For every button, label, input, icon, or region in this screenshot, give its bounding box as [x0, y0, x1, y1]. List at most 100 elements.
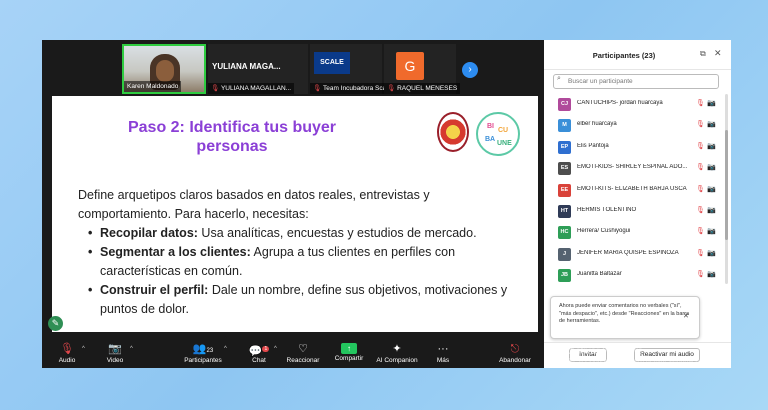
windows-watermark: Activar Windows — [569, 346, 643, 357]
avatar: G — [396, 52, 424, 80]
participant-name: Herrera/ Cushiyogui — [577, 228, 631, 235]
popout-icon[interactable]: ⧉ — [700, 49, 706, 59]
close-icon[interactable]: ✕ — [714, 48, 722, 59]
windows-watermark-sub: Ve a Configuración para activar Windows. — [569, 358, 699, 365]
participant-name: elber huarcaya — [577, 121, 617, 128]
close-icon[interactable]: ✕ — [683, 312, 689, 320]
sparkle-icon: ✦ — [392, 343, 402, 355]
camera-off-icon[interactable]: 📷 — [707, 142, 716, 150]
heart-icon: ♡ — [298, 343, 308, 355]
participants-options-chevron-icon[interactable]: ^ — [224, 346, 227, 352]
video-tile-yuliana[interactable]: YULIANA MAGA... 🎙 YULIANA MAGALLAN... — [208, 44, 308, 94]
audio-options-chevron-icon[interactable]: ^ — [82, 346, 85, 352]
chat-options-chevron-icon[interactable]: ^ — [274, 346, 277, 352]
mic-muted-icon[interactable]: 🎙 — [696, 227, 705, 235]
camera-off-icon[interactable]: 📷 — [707, 185, 716, 193]
slide-title: Paso 2: Identifica tus buyer personas — [127, 119, 337, 155]
mic-muted-icon: 🎙 — [387, 85, 396, 92]
react-button[interactable]: ♡ Reaccionar — [278, 342, 328, 365]
panel-header: Participantes (23) ⧉ ✕ — [544, 40, 731, 70]
more-button[interactable]: ··· Más — [418, 342, 468, 365]
participant-row[interactable]: EP Elis Pantoja 🎙 📷 — [544, 137, 724, 158]
incubator-logo: BI CU BA UNE — [476, 112, 520, 156]
participant-row[interactable]: J JENIFER MARIA QUISPE ESPINOZA 🎙 📷 — [544, 244, 724, 265]
mic-muted-icon[interactable]: 🎙 — [696, 206, 705, 214]
participant-row[interactable]: HC Herrera/ Cushiyogui 🎙 📷 — [544, 222, 724, 243]
camera-off-icon[interactable]: 📷 — [707, 227, 716, 235]
mic-muted-icon[interactable]: 🎙 — [696, 120, 705, 128]
participant-name: Elis Pantoja — [577, 142, 609, 149]
pen-icon: ✎ — [51, 318, 60, 328]
participant-name: Juanitta Baltazar — [577, 271, 622, 278]
mic-muted-icon[interactable]: 🎙 — [696, 185, 705, 193]
avatar: M — [558, 119, 571, 133]
mic-muted-icon[interactable]: 🎙 — [696, 270, 705, 278]
avatar: CJ — [558, 98, 571, 111]
scale-logo: SCALE — [314, 52, 350, 74]
slide-bullets: Recopilar datos: Usa analíticas, encuest… — [78, 224, 523, 319]
participant-row[interactable]: EE EMOTI-KITS- ELIZABETH BARJA USCA 🎙 📷 — [544, 180, 724, 201]
participant-row[interactable]: Melber huarcaya 🎙 📷 — [544, 115, 724, 136]
share-arrow-icon: ↑ — [341, 343, 357, 354]
participant-name: CANTUCHIPS- jordan huarcaya — [577, 100, 663, 106]
avatar: EE — [558, 183, 571, 197]
bullet-item: Construir el perfil: Dale un nombre, def… — [88, 281, 523, 319]
mic-muted-icon[interactable]: 🎙 — [696, 142, 705, 150]
leave-icon: ⎋ — [510, 343, 520, 355]
mic-muted-icon: 🎙 — [211, 85, 220, 92]
mic-muted-icon[interactable]: 🎙 — [696, 249, 705, 257]
slide-intro: Define arquetipos claros basados en dato… — [78, 188, 430, 221]
camera-off-icon[interactable]: 📷 — [707, 120, 716, 128]
participant-name: EMOTI-KIDS- SHIRLEY ESPINAL ADO... — [577, 164, 688, 171]
chevron-right-icon: › — [468, 64, 472, 75]
participants-button[interactable]: 👥23 Participantes — [178, 342, 228, 365]
mic-muted-icon[interactable]: 🎙 — [696, 163, 705, 171]
participant-name: EMOTI-KITS- ELIZABETH BARJA USCA — [577, 185, 687, 192]
more-dots-icon: ··· — [437, 343, 449, 355]
camera-off-icon[interactable]: 📷 — [707, 206, 716, 214]
next-tiles-button[interactable]: › — [462, 62, 478, 78]
participant-name: HERMIS TOLENTINO — [577, 206, 637, 213]
video-tiles-strip: Karen Maldonado YULIANA MAGA... 🎙 YULIAN… — [42, 40, 542, 94]
shared-slide: Paso 2: Identifica tus buyer personas BI… — [52, 96, 538, 332]
meeting-toolbar: 🎙 Audio ^ 📷 Video ^ 👥23 Participantes ^ … — [42, 340, 542, 368]
mic-muted-icon[interactable]: 🎙 — [696, 99, 705, 107]
panel-title: Participantes (23) — [592, 51, 656, 60]
participant-row[interactable]: CJ CANTUCHIPS- jordan huarcaya 🎙 📷 — [544, 94, 724, 115]
camera-off-icon[interactable]: 📷 — [707, 99, 716, 107]
annotate-pen-button[interactable]: ✎ — [48, 316, 63, 331]
tile-name: 🎙 Team Incubadora Scale — [310, 83, 395, 94]
video-tile-scale[interactable]: SCALE 🎙 Team Incubadora Scale — [310, 44, 395, 94]
reactions-tip: Ahora puede enviar comentarios no verbal… — [550, 296, 700, 339]
participant-row[interactable]: JB Juanitta Baltazar 🎙 📷 — [544, 265, 724, 286]
avatar: ES — [558, 162, 571, 176]
video-tile-karen[interactable]: Karen Maldonado — [122, 44, 206, 94]
zoom-window: Karen Maldonado YULIANA MAGA... 🎙 YULIAN… — [42, 40, 731, 368]
camera-off-icon[interactable]: 📷 — [707, 249, 716, 257]
participant-name: JENIFER MARIA QUISPE ESPINOZA — [577, 249, 679, 256]
video-options-chevron-icon[interactable]: ^ — [130, 346, 133, 352]
tile-name: Karen Maldonado — [124, 81, 182, 92]
participants-panel: Participantes (23) ⧉ ✕ ⌕ Buscar un parti… — [544, 40, 731, 368]
camera-off-icon[interactable]: 📷 — [707, 270, 716, 278]
tile-name: 🎙 RAQUEL MENESES — [384, 83, 461, 94]
tile-name: 🎙 YULIANA MAGALLAN... — [208, 83, 295, 94]
leave-button[interactable]: ⎋ Abandonar — [490, 342, 540, 365]
avatar: HC — [558, 226, 571, 240]
avatar: JB — [558, 269, 571, 283]
ai-companion-button[interactable]: ✦ AI Companion — [372, 342, 422, 365]
tile-heading: YULIANA MAGA... — [212, 62, 281, 71]
scrollbar-thumb[interactable] — [725, 130, 728, 240]
share-button[interactable]: ↑ Compartir — [324, 342, 374, 363]
avatar: HT — [558, 204, 571, 218]
search-input[interactable]: Buscar un participante — [553, 74, 719, 89]
university-seal-icon — [437, 112, 469, 152]
bullet-item: Segmentar a los clientes: Agrupa a tus c… — [88, 243, 523, 281]
video-tile-raquel[interactable]: G 🎙 RAQUEL MENESES — [384, 44, 461, 94]
avatar: J — [558, 247, 571, 261]
participant-row[interactable]: HT HERMIS TOLENTINO 🎙 📷 — [544, 201, 724, 222]
participant-face — [156, 60, 174, 82]
camera-off-icon[interactable]: 📷 — [707, 163, 716, 171]
participant-row[interactable]: ES EMOTI-KIDS- SHIRLEY ESPINAL ADO... 🎙 📷 — [544, 158, 724, 179]
participant-list: CJ CANTUCHIPS- jordan huarcaya 🎙 📷 Melber hu… — [544, 94, 724, 287]
